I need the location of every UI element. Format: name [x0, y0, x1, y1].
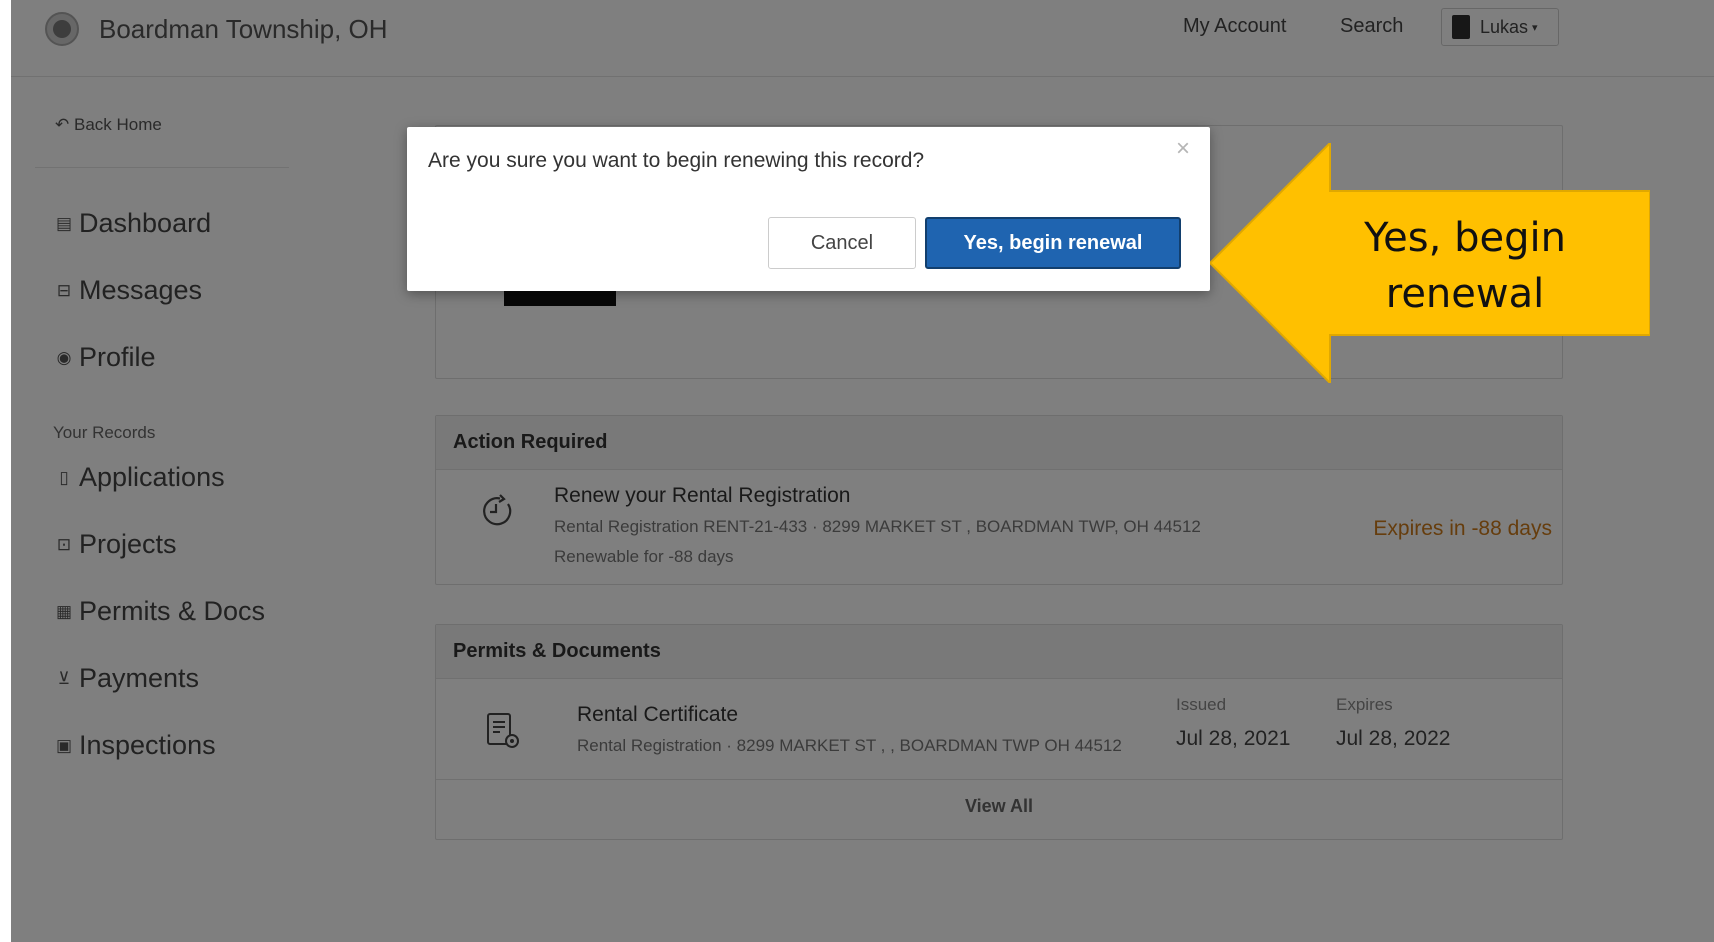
app-window: Boardman Township, OH My Account Search …: [11, 0, 1714, 942]
cancel-button[interactable]: Cancel: [768, 217, 916, 269]
callout-line-1: Yes, begin: [1364, 215, 1566, 261]
begin-renewal-button[interactable]: Yes, begin renewal: [925, 217, 1181, 269]
dialog-question: Are you sure you want to begin renewing …: [428, 149, 925, 172]
callout-label: Yes, begin renewal: [1340, 210, 1590, 322]
renewal-confirm-dialog: Are you sure you want to begin renewing …: [407, 127, 1210, 291]
callout-line-2: renewal: [1385, 271, 1545, 317]
close-icon[interactable]: ×: [1176, 135, 1190, 163]
